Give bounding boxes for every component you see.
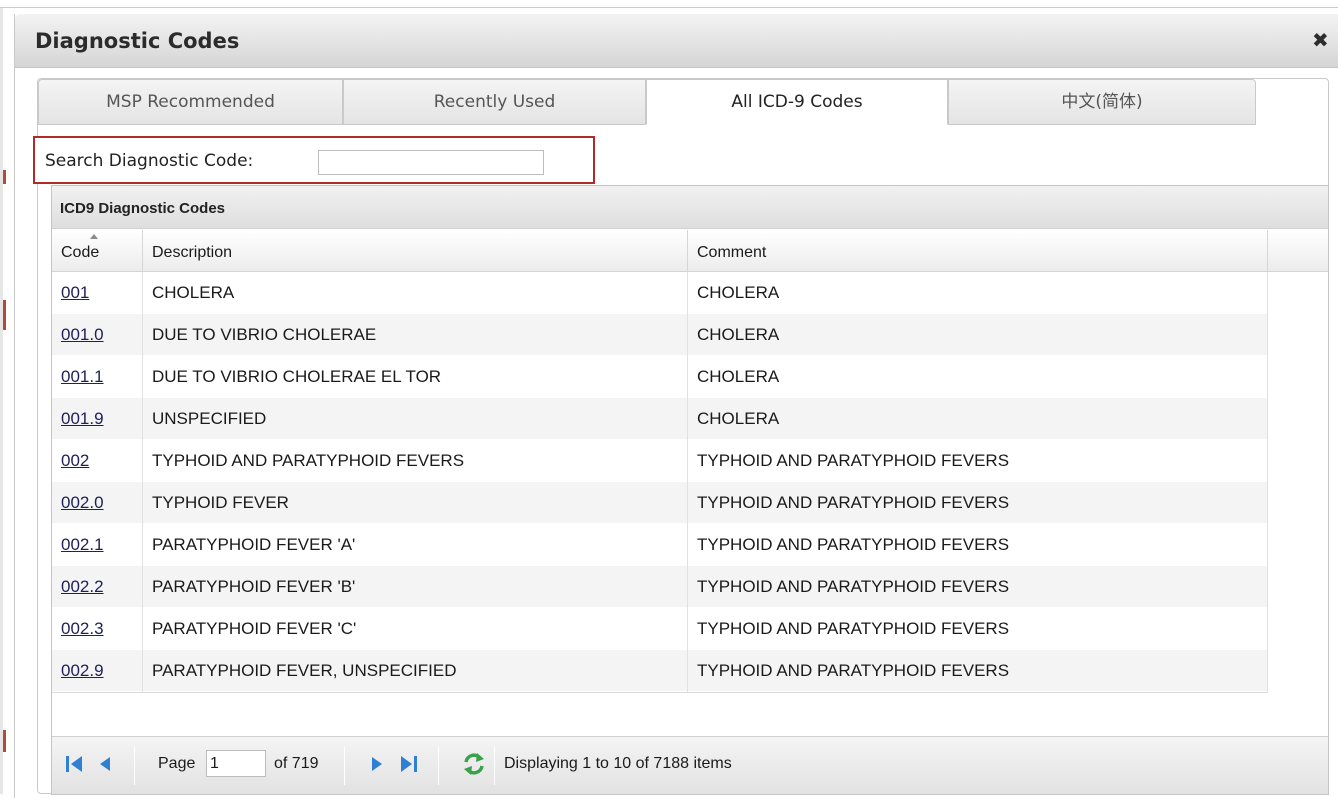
pagination-bar: Page of 719 Displaying 1 to 10 of 7188 i… [52, 736, 1328, 794]
code-cell: 002.9 [52, 650, 143, 692]
description-cell: TYPHOID FEVER [143, 482, 688, 524]
description-cell: PARATYPHOID FEVER 'B' [143, 566, 688, 608]
description-cell: PARATYPHOID FEVER, UNSPECIFIED [143, 650, 688, 692]
code-link[interactable]: 002.3 [61, 619, 104, 638]
description-cell: DUE TO VIBRIO CHOLERAE EL TOR [143, 356, 688, 398]
dialog-header[interactable]: Diagnostic Codes ✖ [15, 14, 1338, 68]
grid-caption: ICD9 Diagnostic Codes [52, 186, 1328, 229]
table-row[interactable]: 001.9 UNSPECIFIED CHOLERA [52, 398, 1268, 440]
search-label: Search Diagnostic Code: [45, 151, 254, 171]
background-left-edge [0, 8, 3, 794]
code-cell: 001.0 [52, 314, 143, 356]
first-page-icon[interactable] [64, 753, 86, 775]
description-cell: UNSPECIFIED [143, 398, 688, 440]
pager-status: Displaying 1 to 10 of 7188 items [504, 755, 732, 772]
prev-page-icon[interactable] [96, 753, 114, 775]
dialog-title: Diagnostic Codes [35, 29, 240, 53]
tab-msp-recommended[interactable]: MSP Recommended [38, 79, 343, 125]
code-link[interactable]: 002 [61, 451, 89, 470]
next-page-icon[interactable] [368, 753, 386, 775]
description-cell: TYPHOID AND PARATYPHOID FEVERS [143, 440, 688, 482]
grid-header-row: Code Description Comment [52, 230, 1328, 272]
table-row[interactable]: 001.1 DUE TO VIBRIO CHOLERAE EL TOR CHOL… [52, 356, 1268, 398]
code-cell: 001.1 [52, 356, 143, 398]
background-left-mark [3, 170, 6, 184]
code-link[interactable]: 002.0 [61, 493, 104, 512]
grid-empty-area [1268, 272, 1328, 692]
tab-chinese-simplified[interactable]: 中文(简体) [948, 79, 1256, 125]
code-link[interactable]: 001.9 [61, 409, 104, 428]
pager-separator [438, 747, 439, 785]
code-link[interactable]: 002.2 [61, 577, 104, 596]
close-icon[interactable]: ✖ [1312, 28, 1334, 52]
column-header-code[interactable]: Code [52, 230, 143, 272]
table-row[interactable]: 001.0 DUE TO VIBRIO CHOLERAE CHOLERA [52, 314, 1268, 356]
code-cell: 001.9 [52, 398, 143, 440]
column-header-comment[interactable]: Comment [688, 230, 1268, 272]
column-header-description-label: Description [152, 244, 233, 261]
code-link[interactable]: 002.9 [61, 661, 104, 680]
comment-cell: TYPHOID AND PARATYPHOID FEVERS [688, 650, 1268, 692]
background-left-mark [3, 300, 6, 330]
code-cell: 001 [52, 272, 143, 314]
table-row[interactable]: 001 CHOLERA CHOLERA [52, 272, 1268, 314]
search-area: Search Diagnostic Code: [33, 136, 595, 184]
top-border-line [0, 7, 1338, 8]
pager-separator [494, 747, 495, 785]
pager-separator [344, 747, 345, 785]
comment-cell: CHOLERA [688, 272, 1268, 314]
table-row[interactable]: 002 TYPHOID AND PARATYPHOID FEVERS TYPHO… [52, 440, 1268, 482]
column-header-description[interactable]: Description [143, 230, 688, 272]
page-label: Page [158, 755, 196, 772]
table-row[interactable]: 002.0 TYPHOID FEVER TYPHOID AND PARATYPH… [52, 482, 1268, 524]
last-page-icon[interactable] [397, 753, 419, 775]
search-input[interactable] [318, 150, 544, 175]
column-header-comment-label: Comment [697, 244, 767, 261]
comment-cell: TYPHOID AND PARATYPHOID FEVERS [688, 608, 1268, 650]
background-left-mark [3, 730, 6, 752]
code-link[interactable]: 001.1 [61, 367, 104, 386]
code-cell: 002.0 [52, 482, 143, 524]
grid-divider [52, 692, 1268, 693]
description-cell: PARATYPHOID FEVER 'A' [143, 524, 688, 566]
refresh-icon[interactable] [461, 751, 487, 777]
sort-ascending-icon [90, 234, 98, 239]
comment-cell: CHOLERA [688, 356, 1268, 398]
description-cell: PARATYPHOID FEVER 'C' [143, 608, 688, 650]
pager-separator [134, 747, 135, 785]
table-row[interactable]: 002.2 PARATYPHOID FEVER 'B' TYPHOID AND … [52, 566, 1268, 608]
code-cell: 002 [52, 440, 143, 482]
page-count-label: of 719 [274, 755, 319, 772]
table-row[interactable]: 002.9 PARATYPHOID FEVER, UNSPECIFIED TYP… [52, 650, 1268, 692]
table-row[interactable]: 002.3 PARATYPHOID FEVER 'C' TYPHOID AND … [52, 608, 1268, 650]
comment-cell: TYPHOID AND PARATYPHOID FEVERS [688, 440, 1268, 482]
description-cell: CHOLERA [143, 272, 688, 314]
column-header-code-label: Code [61, 244, 100, 261]
description-cell: DUE TO VIBRIO CHOLERAE [143, 314, 688, 356]
code-link[interactable]: 001 [61, 283, 89, 302]
diagnostic-codes-dialog: Diagnostic Codes ✖ MSP Recommended Recen… [14, 14, 1338, 798]
tab-recently-used[interactable]: Recently Used [343, 79, 646, 125]
code-cell: 002.1 [52, 524, 143, 566]
code-cell: 002.3 [52, 608, 143, 650]
comment-cell: TYPHOID AND PARATYPHOID FEVERS [688, 566, 1268, 608]
comment-cell: CHOLERA [688, 398, 1268, 440]
codes-grid: ICD9 Diagnostic Codes Code Description C… [51, 185, 1329, 795]
comment-cell: CHOLERA [688, 314, 1268, 356]
grid-caption-text: ICD9 Diagnostic Codes [60, 200, 226, 217]
comment-cell: TYPHOID AND PARATYPHOID FEVERS [688, 524, 1268, 566]
code-link[interactable]: 002.1 [61, 535, 104, 554]
page-number-input[interactable] [206, 750, 266, 777]
code-link[interactable]: 001.0 [61, 325, 104, 344]
grid-body: 001 CHOLERA CHOLERA 001.0 DUE TO VIBRIO … [52, 272, 1268, 692]
code-cell: 002.2 [52, 566, 143, 608]
tab-bar: MSP Recommended Recently Used All ICD-9 … [38, 79, 1256, 125]
comment-cell: TYPHOID AND PARATYPHOID FEVERS [688, 482, 1268, 524]
tab-all-icd9-codes[interactable]: All ICD-9 Codes [646, 79, 948, 125]
table-row[interactable]: 002.1 PARATYPHOID FEVER 'A' TYPHOID AND … [52, 524, 1268, 566]
